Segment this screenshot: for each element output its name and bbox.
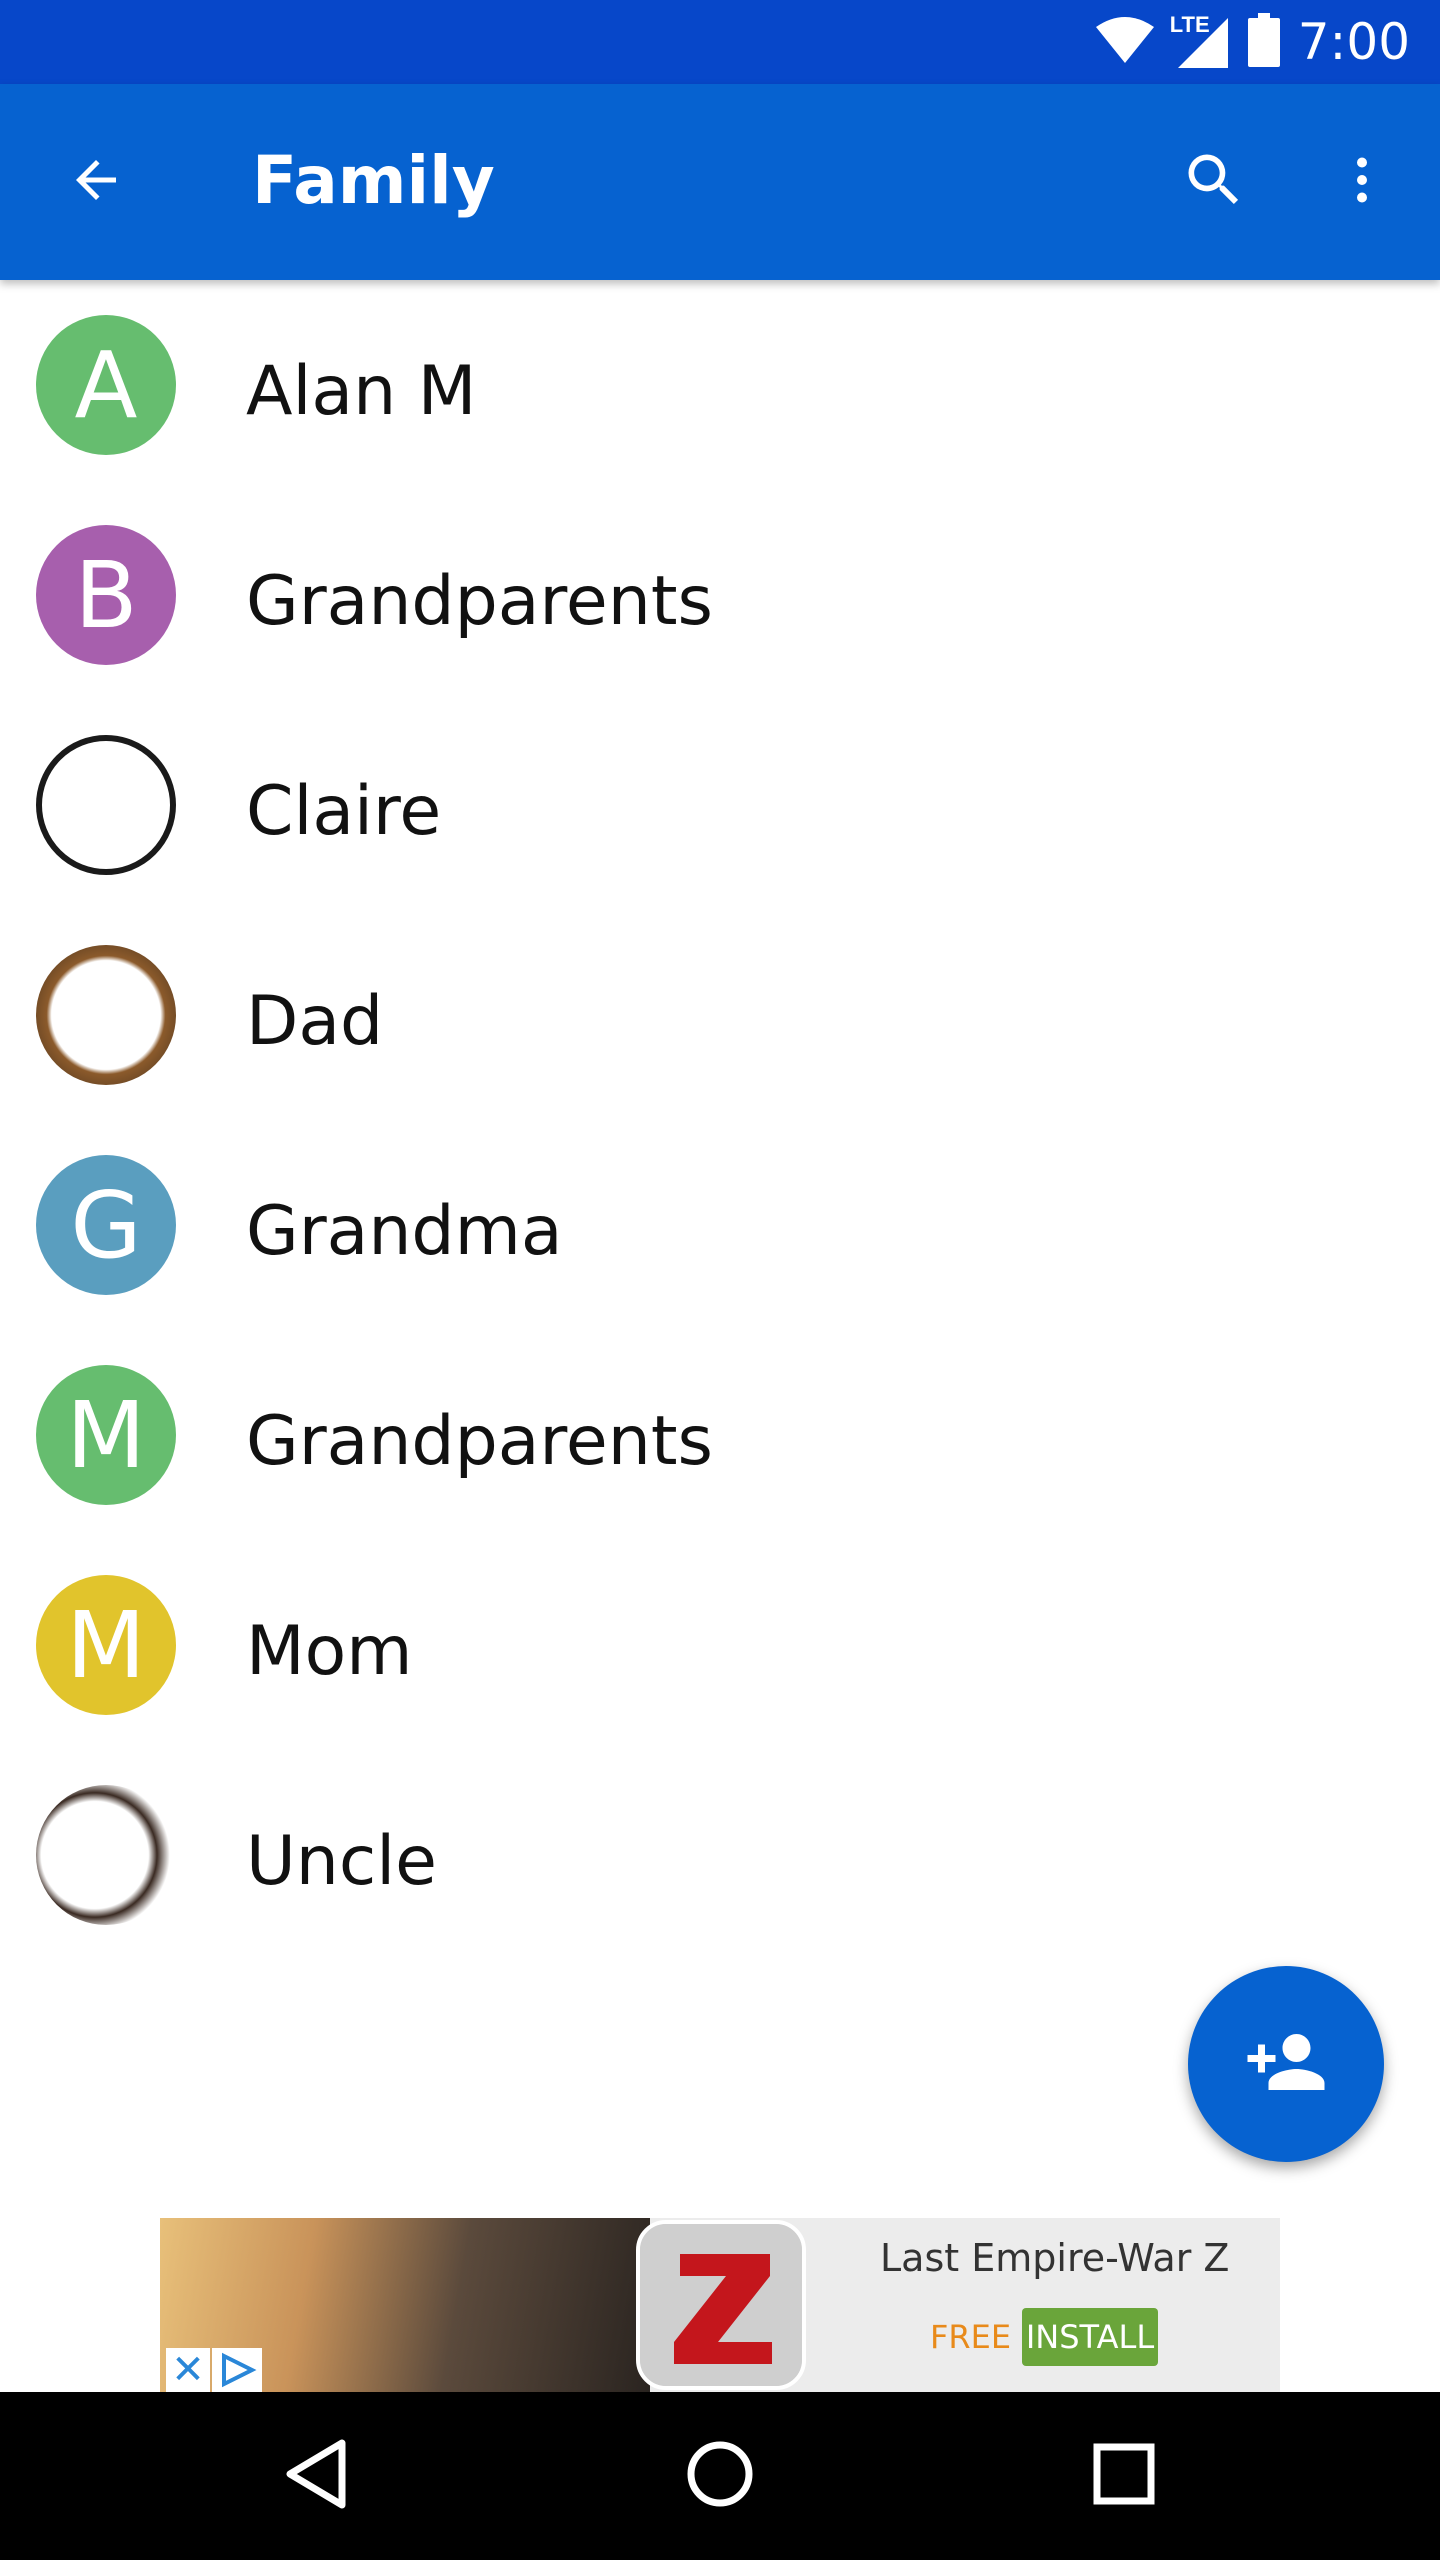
avatar: M [36,1365,176,1505]
avatar-photo [36,1785,176,1925]
more-options-button[interactable] [1314,134,1410,230]
contact-name: Uncle [246,1822,437,1901]
search-icon [1180,146,1248,219]
ad-choices-button[interactable] [212,2348,262,2392]
contact-row[interactable]: A Alan M [0,280,1440,490]
back-arrow-icon [66,150,126,215]
contact-name: Grandparents [246,562,713,641]
ad-choices-icon [212,2352,262,2392]
contact-row[interactable]: M Mom [0,1540,1440,1750]
avatar: M [36,1575,176,1715]
network-type-label: LTE [1169,12,1210,37]
contact-name: Grandparents [246,1402,713,1481]
nav-recents-button[interactable] [1074,2426,1174,2526]
ad-install-button[interactable]: INSTALL [1022,2308,1158,2366]
status-time: 7:00 [1297,13,1410,71]
avatar-photo [36,735,176,875]
status-bar: LTE 7:00 [0,0,1440,84]
app-bar: Family [0,84,1440,280]
nav-recents-icon [1093,2443,1155,2510]
contact-row[interactable]: Uncle [0,1750,1440,1960]
page-title: Family [252,142,495,219]
nav-home-icon [685,2439,755,2514]
nav-back-button[interactable] [266,2426,366,2526]
close-icon: ✕ [171,2348,205,2392]
contact-row[interactable]: Claire [0,700,1440,910]
contact-row[interactable]: B Grandparents [0,490,1440,700]
avatar: G [36,1155,176,1295]
status-icons: LTE 7:00 [1094,0,1410,84]
contact-row[interactable]: Dad [0,910,1440,1120]
contact-list: A Alan M B Grandparents Claire Dad G Gra… [0,280,1440,1960]
avatar: B [36,525,176,665]
contact-name: Mom [246,1612,413,1691]
nav-home-button[interactable] [670,2426,770,2526]
contact-name: Grandma [246,1192,563,1271]
wifi-icon [1094,15,1156,70]
search-button[interactable] [1166,134,1262,230]
ad-banner[interactable]: ✕ Last Empire-War Z FREE INSTALL [160,2218,1280,2392]
nav-back-icon [284,2439,348,2514]
navigation-bar [0,2392,1440,2560]
contact-name: Claire [246,772,442,851]
avatar: A [36,315,176,455]
ad-price: FREE [930,2318,1012,2356]
contact-row[interactable]: M Grandparents [0,1330,1440,1540]
ad-app-icon [636,2220,806,2390]
ad-close-button[interactable]: ✕ [166,2348,210,2392]
add-person-icon [1244,2020,1328,2109]
avatar-photo [36,945,176,1085]
more-vert-icon [1332,150,1392,215]
back-button[interactable] [48,134,144,230]
contact-row[interactable]: G Grandma [0,1120,1440,1330]
battery-icon [1247,12,1280,72]
contact-name: Dad [246,982,384,1061]
add-contact-button[interactable] [1188,1966,1384,2162]
ad-title: Last Empire-War Z [880,2236,1230,2280]
cellular-signal-icon: LTE [1170,12,1230,70]
contact-name: Alan M [246,352,477,431]
